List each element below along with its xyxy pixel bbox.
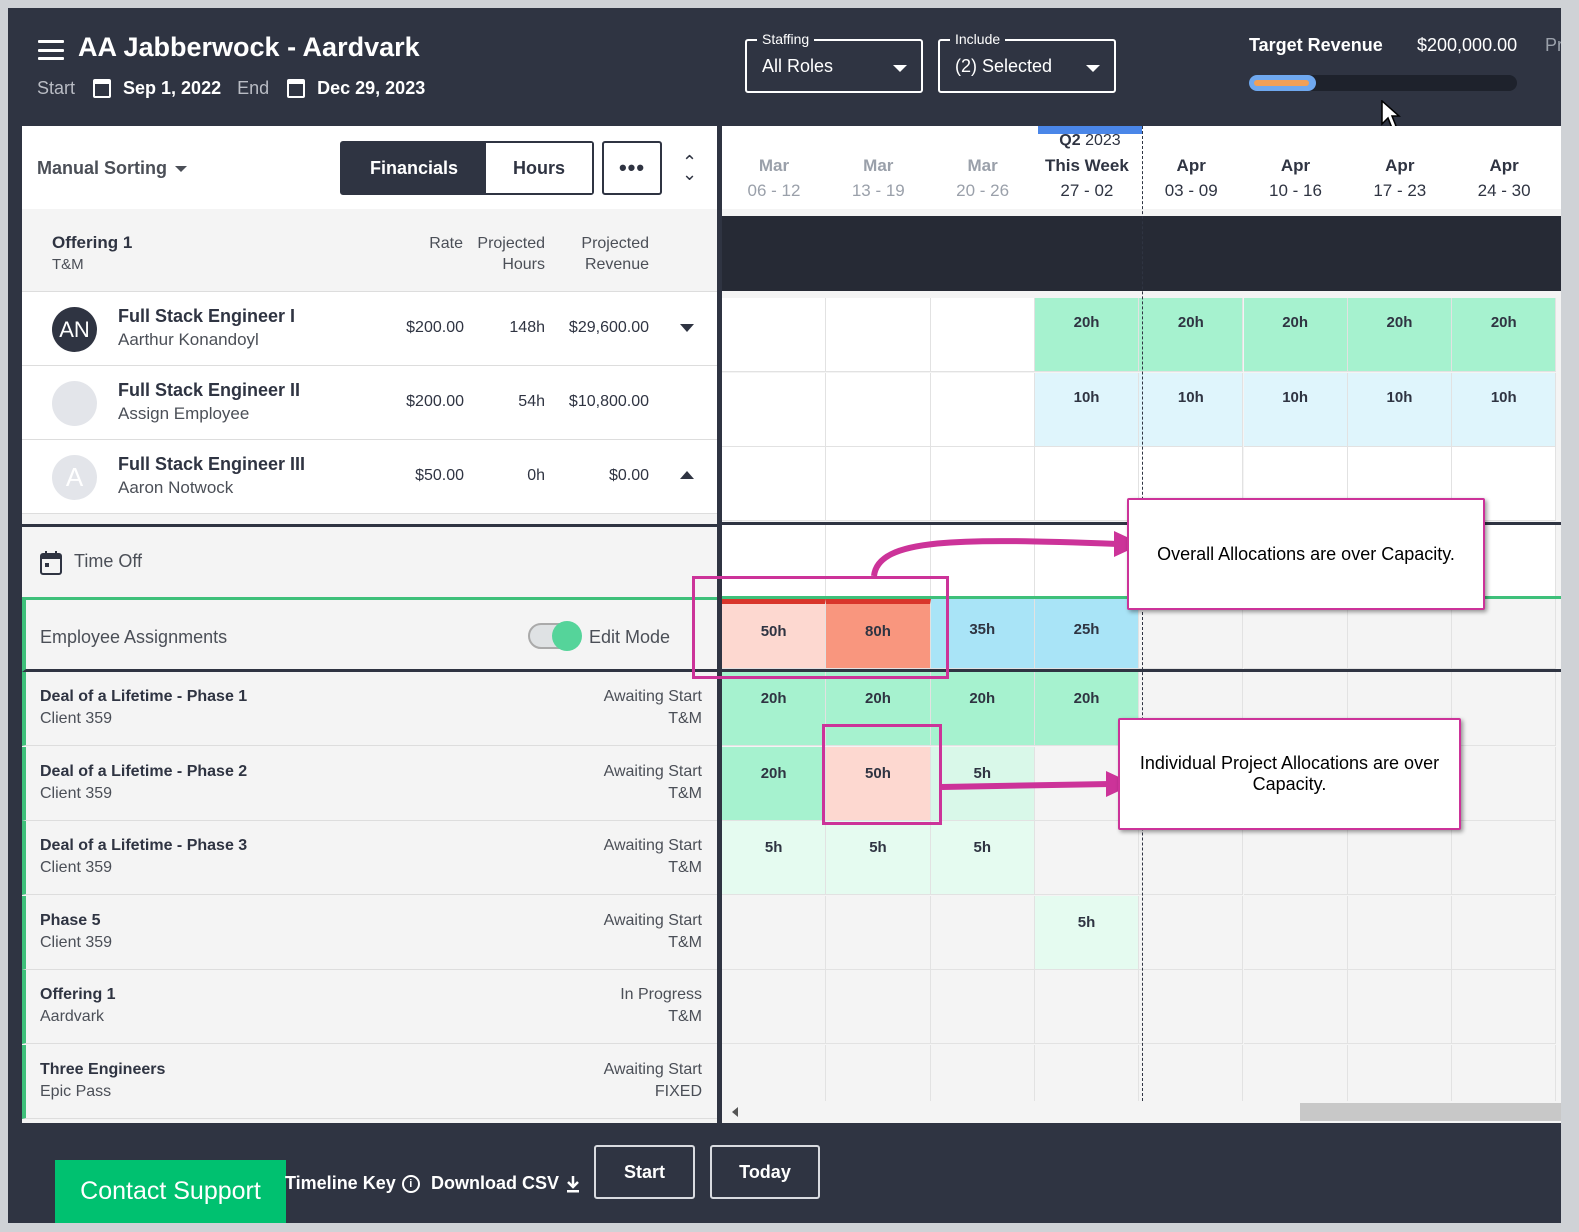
individual-capacity-callout: Individual Project Allocations are over … [1118, 718, 1461, 830]
download-csv-button[interactable]: Download CSV [431, 1173, 581, 1194]
download-icon [567, 1175, 580, 1192]
contact-support-button[interactable]: Contact Support [55, 1160, 286, 1223]
start-button[interactable]: Start [594, 1145, 695, 1199]
today-button[interactable]: Today [710, 1145, 820, 1199]
timeline-key-button[interactable]: Timeline Key i [285, 1173, 420, 1194]
bottom-bar: Contact Support Timeline Key i Download C… [8, 1123, 1561, 1223]
overall-capacity-callout: Overall Allocations are over Capacity. [1127, 498, 1485, 610]
annotation-arrows [871, 531, 1142, 797]
info-icon: i [401, 1174, 420, 1193]
app-window: AA Jabberwock - Aardvark Start Sep 1, 20… [8, 8, 1561, 1223]
